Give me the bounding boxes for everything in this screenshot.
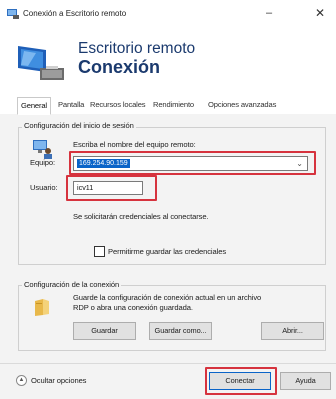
connection-settings-title: Configuración de la conexión (22, 280, 122, 289)
user-label: Usuario: (30, 183, 58, 192)
tab-display[interactable]: Pantalla (58, 100, 84, 109)
save-as-button[interactable]: Guardar como... (149, 322, 212, 340)
tab-local-resources[interactable]: Recursos locales (90, 100, 146, 109)
save-button[interactable]: Guardar (73, 322, 136, 340)
close-button[interactable]: ✕ (308, 4, 332, 22)
folder-icon (35, 299, 49, 316)
connection-description-line2: RDP o abra una conexión guardada. (73, 303, 193, 312)
header-subtitle: Conexión (78, 57, 161, 77)
remote-desktop-logo (18, 46, 64, 80)
window-title: Conexión a Escritorio remoto (23, 9, 127, 18)
computer-highlight (69, 151, 316, 175)
connection-description-line1: Guarde la configuración de conexión actu… (73, 293, 262, 302)
tab-advanced-options[interactable]: Opciones avanzadas (208, 100, 276, 109)
save-credentials-checkbox[interactable] (94, 246, 105, 257)
open-button[interactable]: Abrir... (261, 322, 324, 340)
computer-instruction: Escriba el nombre del equipo remoto: (73, 140, 196, 149)
credentials-note: Se solicitarán credenciales al conectars… (73, 212, 209, 221)
connect-highlight (205, 367, 277, 395)
collapse-options-icon[interactable]: ▲ (16, 375, 27, 386)
tab-general[interactable]: General (17, 97, 51, 115)
minimize-button[interactable]: – (257, 4, 281, 22)
tab-performance[interactable]: Rendimiento (153, 100, 194, 109)
computer-label: Equipo: (30, 158, 56, 167)
remote-desktop-icon (7, 9, 19, 19)
hide-options-link[interactable]: Ocultar opciones (31, 376, 86, 385)
computer-user-icon (33, 140, 52, 159)
help-button[interactable]: Ayuda (280, 372, 331, 390)
save-credentials-label[interactable]: Permitirme guardar las credenciales (108, 247, 226, 256)
user-highlight (66, 175, 157, 201)
login-settings-title: Configuración del inicio de sesión (22, 121, 136, 130)
header-title: Escritorio remoto (78, 40, 196, 57)
